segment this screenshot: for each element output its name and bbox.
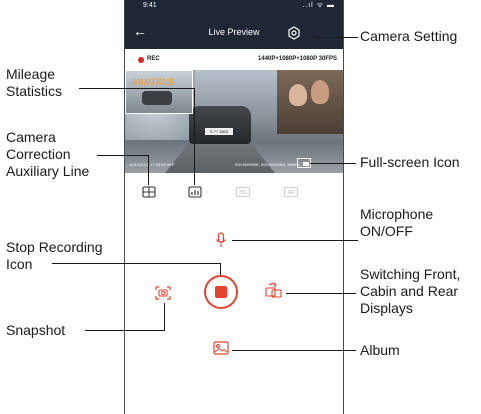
rec-label: REC [147, 56, 160, 62]
switch-camera-icon[interactable] [264, 282, 282, 300]
hd-button[interactable]: HD [236, 187, 250, 197]
app-header: 9:41 ..ıl ᯤ ▬ ← Live Preview [125, 0, 343, 49]
mileage-line [79, 88, 194, 89]
status-icons: ..ıl ᯤ ▬ [302, 2, 335, 9]
annotation-line: Camera [6, 129, 56, 145]
annotation-microphone: Microphone ON/OFF [360, 206, 433, 240]
annotation-switching: Switching Front, Cabin and Rear Displays [360, 266, 460, 317]
rec-status-bar: REC 1440P+1080P+1080P 30FPS [125, 52, 343, 68]
annotation-correction: Camera Correction Auxiliary Line [6, 129, 89, 180]
snapshot-icon[interactable] [155, 285, 171, 301]
cabin-person [289, 84, 307, 106]
annotation-album: Album [360, 342, 400, 358]
annotation-line: Statistics [6, 83, 63, 99]
pip-cabin-view[interactable] [277, 70, 343, 134]
ar-button[interactable]: AR [284, 187, 298, 197]
page-title: Live Preview [208, 27, 260, 37]
cabin-person [311, 80, 329, 104]
video-car [189, 106, 251, 144]
snapshot-line [85, 330, 164, 331]
annotation-line: Microphone [360, 206, 434, 222]
live-video-feed[interactable]: S ?? 3803 VANTRUE 10/10/2022 17:53:49 0K… [125, 70, 343, 173]
resolution-label: 1440P+1080P+1080P 30FPS [258, 56, 337, 62]
mileage-icon[interactable] [188, 186, 202, 198]
video-plate: S ?? 3803 [205, 128, 233, 135]
fullscreen-line [310, 163, 356, 164]
phone-right-edge [343, 0, 344, 414]
camera-setting-line [316, 37, 358, 38]
annotation-stop: Stop Recording Icon [6, 239, 103, 273]
stop-square-icon [215, 286, 227, 298]
annotation-line: Switching Front, [360, 266, 461, 282]
annotation-line: Correction [6, 146, 71, 162]
stop-line-vertical [220, 263, 221, 275]
stop-recording-button[interactable] [204, 275, 238, 309]
annotation-line: Auxiliary Line [6, 163, 90, 179]
annotation-snapshot: Snapshot [6, 322, 66, 338]
microphone-icon[interactable] [215, 232, 227, 248]
annotation-line: Displays [360, 300, 413, 316]
status-time: 9:41 [143, 2, 157, 9]
correction-line-vertical [148, 155, 149, 185]
mileage-line-vertical [194, 88, 195, 185]
snapshot-line-vertical [164, 303, 165, 331]
annotation-fullscreen: Full-screen Icon [360, 154, 460, 170]
pip-rear-view[interactable]: VANTRUE [125, 70, 193, 114]
annotation-line: Icon [6, 256, 33, 272]
switching-line [286, 293, 356, 294]
album-line [232, 350, 356, 351]
gear-icon[interactable] [287, 26, 301, 40]
annotation-line: Cabin and Rear [360, 283, 459, 299]
microphone-line [232, 240, 358, 241]
rec-dot-icon [138, 57, 144, 63]
date-overlay: 10/10/2022 17:53:49 0KP [129, 162, 175, 167]
fullscreen-icon[interactable] [297, 158, 311, 168]
annotation-mileage: Mileage Statistics [6, 66, 62, 100]
annotation-camera-setting: Camera Setting [360, 28, 458, 44]
annotation-line: ON/OFF [360, 223, 413, 239]
pip-car [142, 91, 172, 105]
correction-line [97, 155, 148, 156]
annotation-line: Mileage [6, 66, 56, 82]
brand-logo: VANTRUE [132, 77, 175, 87]
annotation-line: Stop Recording [6, 239, 103, 255]
gps-overlay: 000.000000E, 000.000000N, 369KH [235, 162, 300, 167]
album-icon[interactable] [213, 341, 229, 355]
correction-line-icon[interactable] [142, 186, 156, 198]
